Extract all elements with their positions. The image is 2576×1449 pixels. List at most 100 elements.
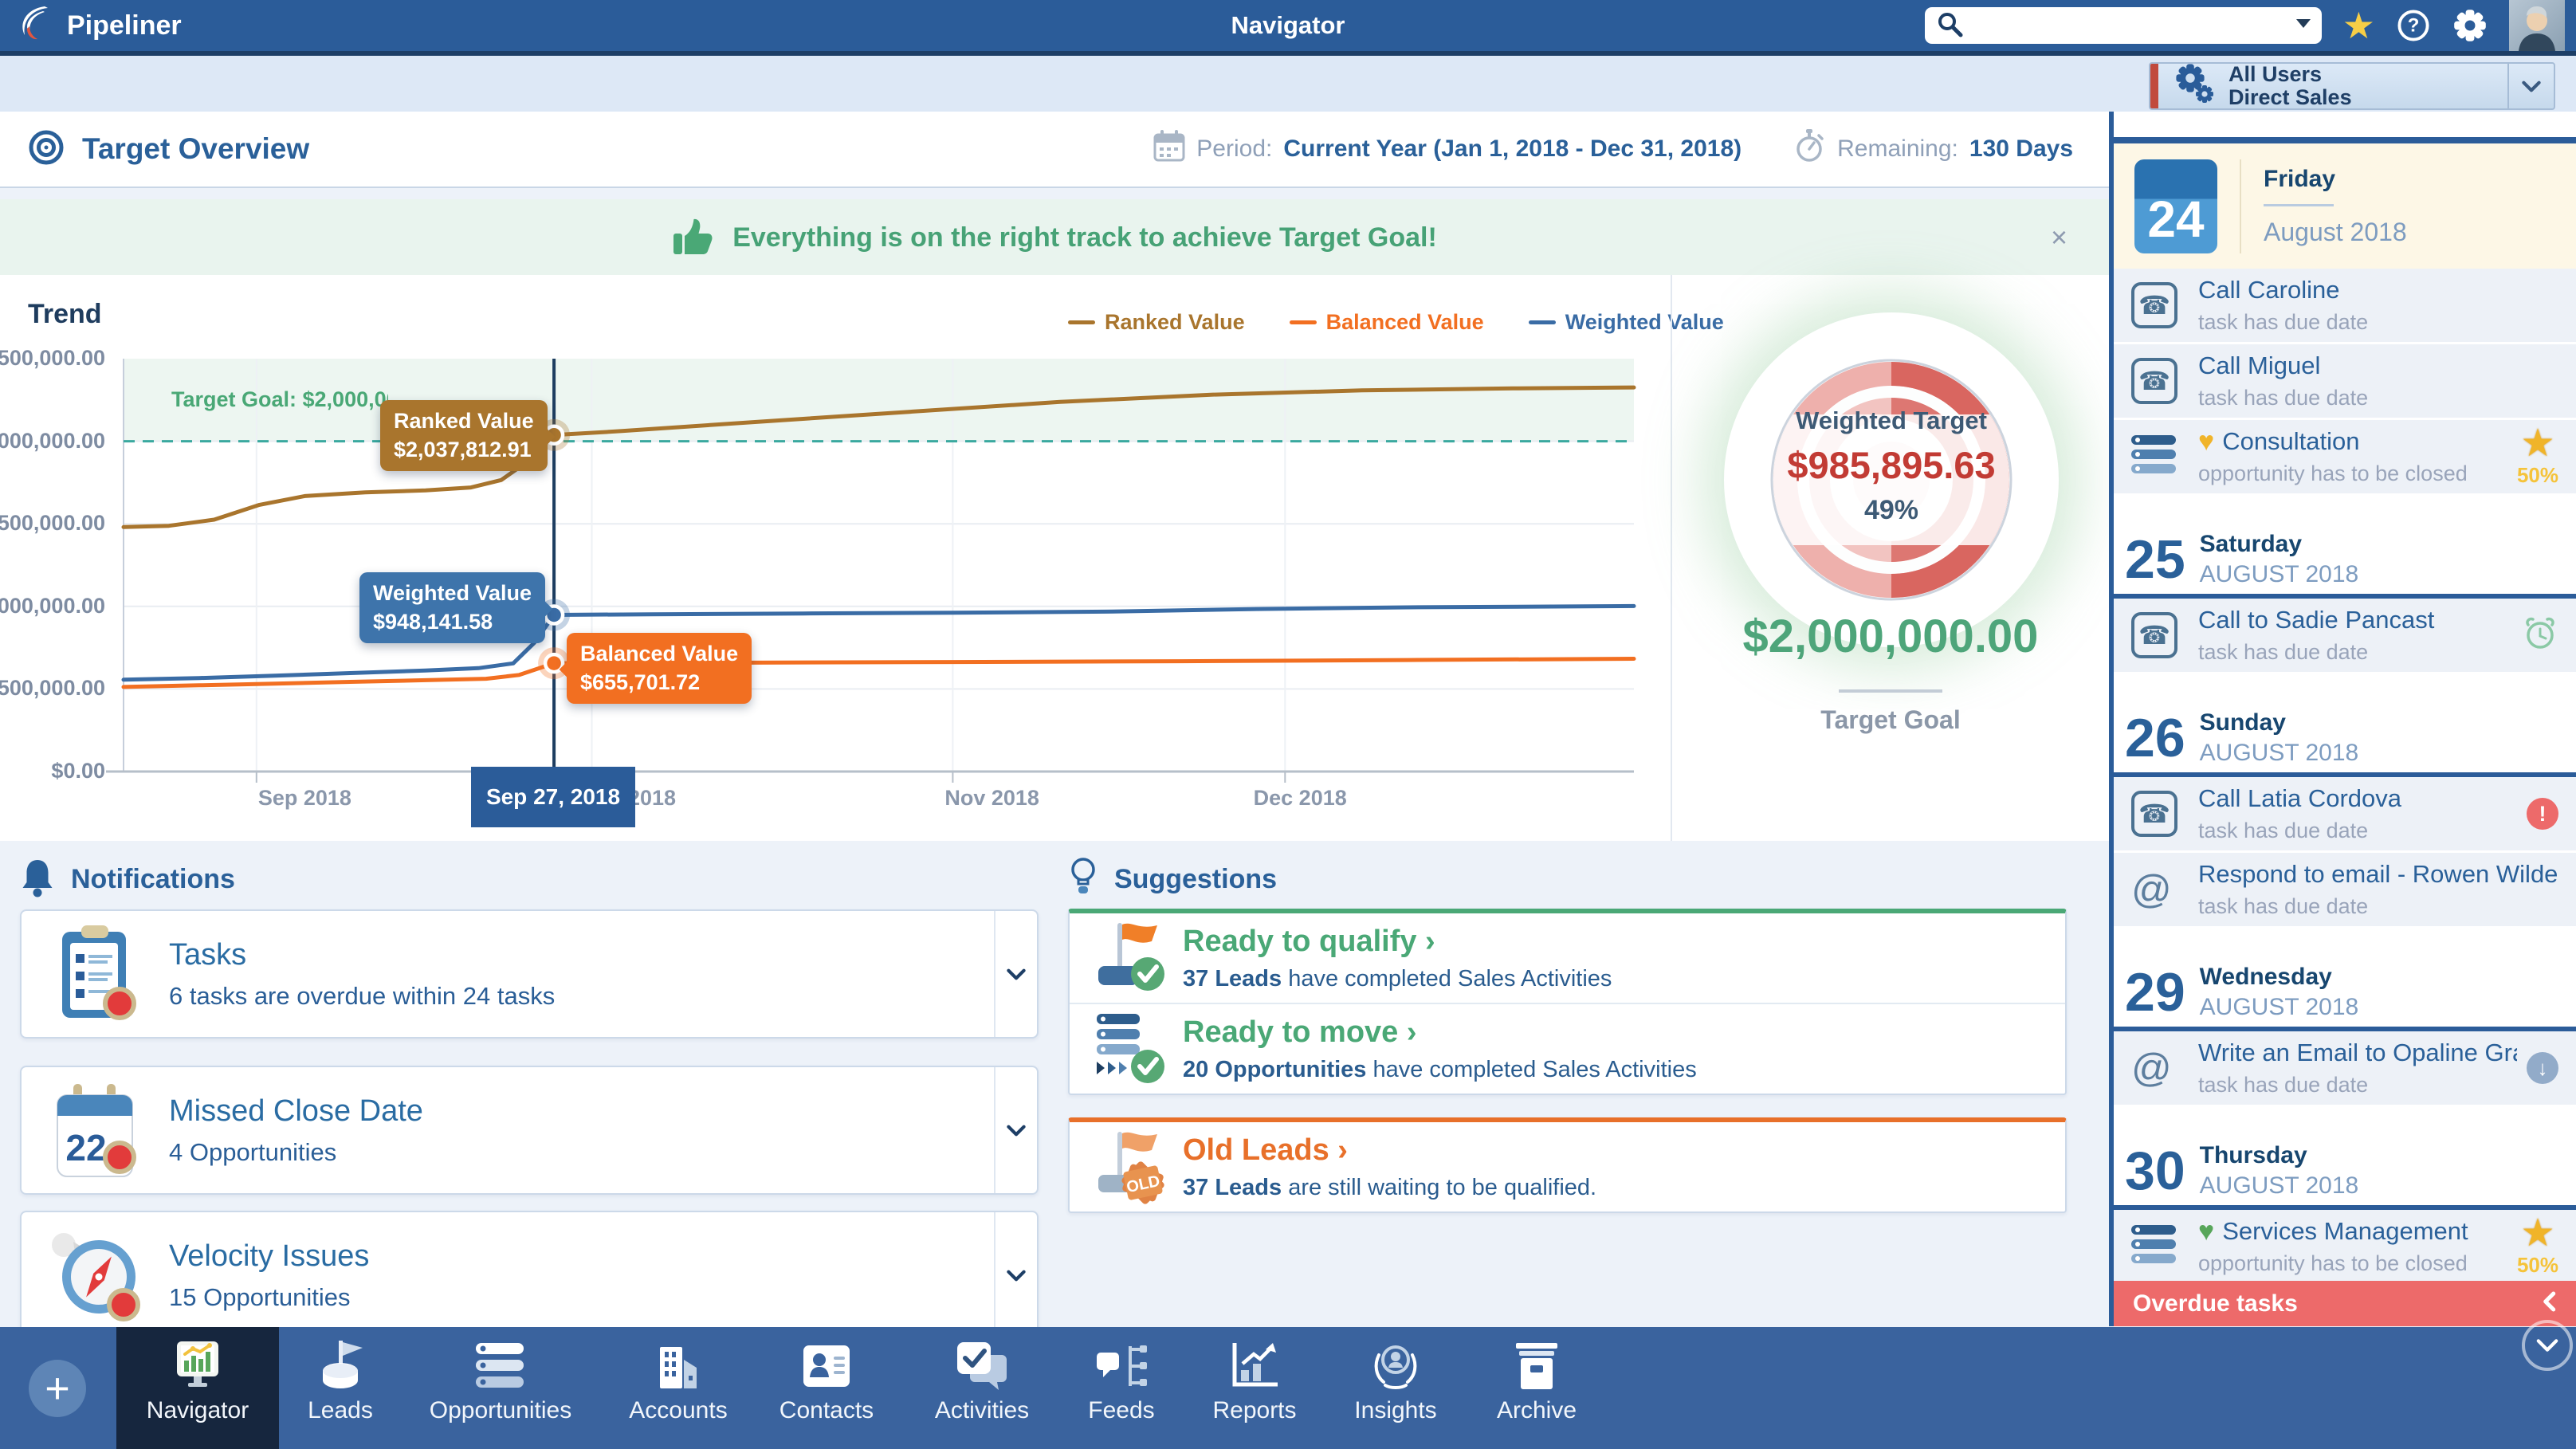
- filter-line2: Direct Sales: [2228, 86, 2507, 109]
- weighted-target-panel: Weighted Target $985,895.63 49% $2,000,0…: [1671, 275, 2109, 841]
- nav-item-insights[interactable]: Insights: [1325, 1327, 1466, 1449]
- nav-item-navigator[interactable]: Navigator: [116, 1327, 279, 1449]
- agenda-task-row[interactable]: ♥Services Managementopportunity has to b…: [2114, 1210, 2576, 1283]
- remaining-label: Remaining:: [1837, 135, 1958, 163]
- nav-item-label: Activities: [935, 1397, 1029, 1424]
- help-icon[interactable]: ?: [2396, 8, 2431, 43]
- expand-chevron-icon[interactable]: [994, 911, 1037, 1037]
- notification-title: Tasks: [169, 938, 555, 972]
- nav-item-label: Navigator: [147, 1397, 249, 1424]
- divider: [2264, 204, 2334, 206]
- overdue-tasks-bar[interactable]: Overdue tasks: [2114, 1281, 2576, 1326]
- agenda-task-row[interactable]: @Respond to email - Rowen Wilders…task h…: [2114, 853, 2576, 926]
- notification-text: Missed Close Date4 Opportunities: [169, 1094, 423, 1167]
- legend-label: Balanced Value: [1326, 310, 1484, 335]
- agenda-task-row[interactable]: ♥Consultationopportunity has to be close…: [2114, 420, 2576, 493]
- nav-item-label: Reports: [1212, 1397, 1296, 1424]
- notification-card[interactable]: Velocity Issues15 Opportunities: [20, 1211, 1039, 1340]
- hero-text: FridayAugust 2018: [2264, 166, 2407, 247]
- suggestion-item[interactable]: OLDOld Leads ›37 Leads are still waiting…: [1070, 1122, 2065, 1211]
- x-axis-tick-label: Sep 2018: [258, 786, 351, 811]
- y-axis-tick-label: $2,000,000.00: [0, 429, 105, 454]
- user-avatar[interactable]: [2509, 0, 2565, 51]
- suggestion-title[interactable]: Ready to qualify ›: [1183, 925, 1612, 959]
- user-filter-selector[interactable]: All Users Direct Sales: [2149, 62, 2555, 110]
- nav-item-label: Opportunities: [430, 1397, 571, 1424]
- at-icon: @: [2131, 866, 2172, 913]
- nav-item-feeds[interactable]: Feeds: [1051, 1327, 1192, 1449]
- agenda-task-row[interactable]: ☎Call Latia Cordovatask has due date!: [2114, 777, 2576, 850]
- expand-chevron-icon[interactable]: [994, 1067, 1037, 1193]
- calendar-day-icon: 24: [2134, 159, 2217, 253]
- suggestion-title[interactable]: Old Leads ›: [1183, 1133, 1596, 1168]
- agenda-task-row[interactable]: ☎Call Migueltask has due date: [2114, 344, 2576, 418]
- search-box[interactable]: [1925, 7, 2322, 44]
- add-button[interactable]: +: [29, 1360, 86, 1417]
- agenda-task-row[interactable]: @Write an Email to Opaline Gravytask has…: [2114, 1031, 2576, 1105]
- nav-item-accounts[interactable]: Accounts: [608, 1327, 748, 1449]
- agenda-day-header: 30ThursdayAUGUST 2018: [2114, 1137, 2576, 1210]
- task-type-icon: ☎: [2131, 612, 2198, 658]
- legend-item[interactable]: Ranked Value: [1068, 310, 1245, 335]
- task-text: Call Caroline task has due date: [2198, 276, 2558, 335]
- favorites-star-icon[interactable]: ★: [2342, 7, 2375, 44]
- phone-icon: ☎: [2131, 282, 2177, 328]
- task-subtitle: task has due date: [2198, 819, 2517, 843]
- task-text: Call Migueltask has due date: [2198, 351, 2558, 410]
- agenda-task-row[interactable]: ☎Call to Sadie Pancasttask has due date: [2114, 599, 2576, 672]
- suggestions-panel: Suggestions Ready to qualify ›37 Leads h…: [1068, 857, 2067, 1213]
- expand-chevron-icon[interactable]: [994, 1212, 1037, 1338]
- task-title: Call Caroline: [2198, 276, 2558, 304]
- notification-card[interactable]: 22Missed Close Date4 Opportunities: [20, 1066, 1039, 1195]
- settings-gear-icon[interactable]: [2452, 7, 2488, 44]
- suggestion-title[interactable]: Ready to move ›: [1183, 1015, 1697, 1050]
- suggestion-item[interactable]: Ready to qualify ›37 Leads have complete…: [1070, 913, 2065, 1003]
- search-caret-icon[interactable]: [2296, 18, 2311, 33]
- trend-title: Trend: [28, 299, 102, 330]
- flag-check-icon: [1081, 920, 1183, 996]
- day-weekday: Wednesday: [2200, 964, 2359, 991]
- trend-chart[interactable]: Target Goal: $2,000,000.00 Sep 2018Oct 2…: [124, 359, 1634, 772]
- collapse-chevron-button[interactable]: [2522, 1320, 2573, 1371]
- remaining-group: Remaining: 130 Days: [1793, 128, 2073, 170]
- nav-item-contacts[interactable]: Contacts: [756, 1327, 897, 1449]
- notification-card[interactable]: Tasks6 tasks are overdue within 24 tasks: [20, 909, 1039, 1039]
- task-status: ★50%: [2517, 426, 2558, 488]
- day-month: August 2018: [2264, 218, 2407, 247]
- calendar-22-icon: 22: [22, 1082, 169, 1178]
- suggestion-item[interactable]: Ready to move ›20 Opportunities have com…: [1070, 1003, 2065, 1094]
- search-input[interactable]: [1971, 13, 2288, 39]
- task-status: ★50%: [2517, 1216, 2558, 1278]
- lightbulb-icon: [1068, 856, 1098, 903]
- topbar-actions: ★ ?: [1925, 0, 2576, 51]
- day-month: AUGUST 2018: [2200, 561, 2359, 588]
- task-subtitle: task has due date: [2198, 310, 2558, 335]
- nav-item-opportunities[interactable]: Opportunities: [430, 1327, 571, 1449]
- task-subtitle: task has due date: [2198, 640, 2512, 665]
- day-weekday: Thursday: [2200, 1142, 2359, 1169]
- agenda-task-row[interactable]: ☎ Call Caroline task has due date: [2114, 269, 2576, 342]
- y-axis-tick-label: $1,000,000.00: [0, 594, 105, 618]
- nav-item-reports[interactable]: Reports: [1184, 1327, 1325, 1449]
- nav-item-leads[interactable]: Leads: [270, 1327, 410, 1449]
- pipeline-icon: [2131, 1223, 2179, 1270]
- agenda-sidebar: 24 FridayAugust 2018 ☎ Call Caroline task ha…: [2109, 112, 2576, 1326]
- notification-subtitle: 4 Opportunities: [169, 1138, 423, 1167]
- day-month: AUGUST 2018: [2200, 740, 2359, 767]
- nav-item-archive[interactable]: Archive: [1467, 1327, 1607, 1449]
- target-goal-line-label: Target Goal: $2,000,000.00: [171, 387, 388, 412]
- nav-item-activities[interactable]: Activities: [912, 1327, 1052, 1449]
- filter-chevron-down-icon[interactable]: [2507, 64, 2554, 108]
- target-goal-amount: $2,000,000.00: [1672, 610, 2109, 663]
- x-axis-tick-label: Nov 2018: [944, 786, 1039, 811]
- task-subtitle: task has due date: [2198, 1073, 2517, 1098]
- agenda-day-header: 25SaturdayAUGUST 2018: [2114, 525, 2576, 599]
- task-type-icon: ☎: [2131, 791, 2198, 837]
- gears-icon: [2173, 62, 2217, 111]
- gauge-title: Weighted Target: [1724, 406, 2059, 435]
- page-title: Navigator: [1231, 11, 1345, 40]
- chart-legend: Ranked ValueBalanced ValueWeighted Value: [1068, 310, 1724, 335]
- banner-close-icon[interactable]: ×: [2051, 221, 2067, 254]
- brand-name: Pipeliner: [67, 10, 182, 41]
- legend-item[interactable]: Balanced Value: [1290, 310, 1484, 335]
